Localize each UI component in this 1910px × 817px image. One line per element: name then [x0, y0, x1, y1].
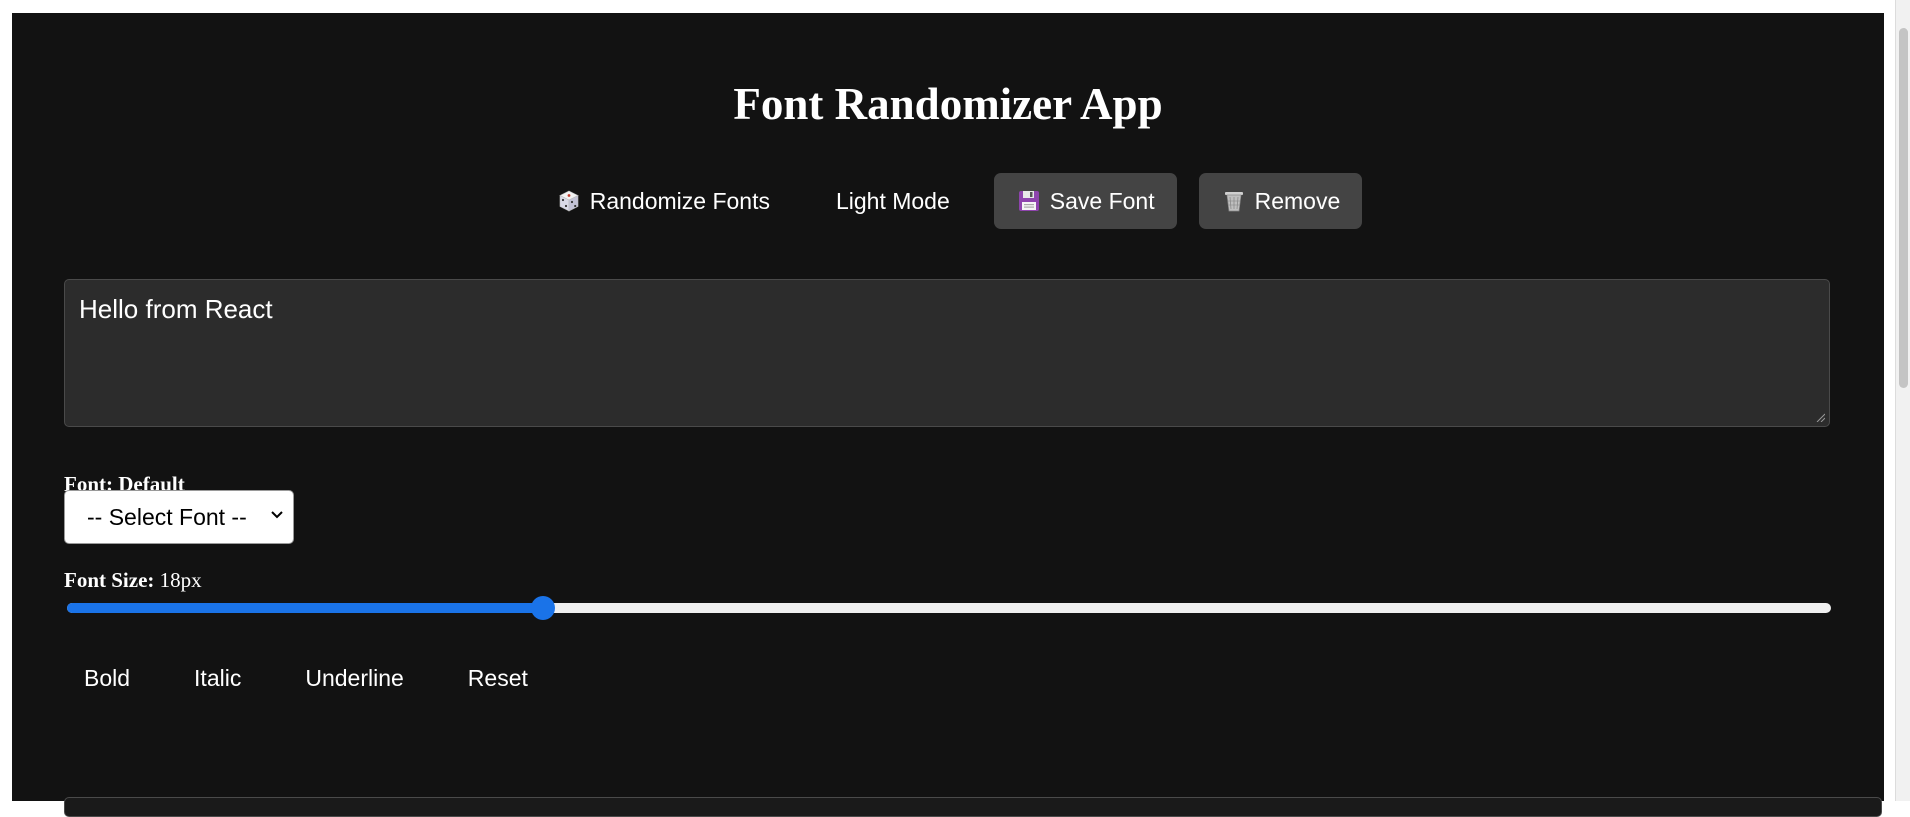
- font-size-label: Font Size: 18px: [64, 568, 202, 593]
- page-scrollbar[interactable]: [1895, 0, 1910, 801]
- format-buttons: Bold Italic Underline Reset: [64, 653, 560, 704]
- reset-button[interactable]: Reset: [436, 653, 560, 704]
- font-size-label-key: Font Size:: [64, 568, 155, 592]
- text-editor[interactable]: Hello from React: [64, 279, 1830, 427]
- app-window: Font Randomizer App Randomize Fonts Ligh…: [12, 13, 1884, 817]
- slider-fill: [67, 603, 543, 613]
- page-title: Font Randomizer App: [733, 79, 1163, 129]
- theme-toggle-button[interactable]: Light Mode: [814, 173, 972, 229]
- chevron-down-icon: [271, 511, 283, 519]
- editor-text: Hello from React: [79, 294, 273, 324]
- remove-label: Remove: [1254, 187, 1341, 214]
- slider-thumb[interactable]: [531, 596, 555, 620]
- randomize-fonts-button[interactable]: Randomize Fonts: [534, 173, 792, 229]
- remove-button[interactable]: Remove: [1198, 173, 1363, 229]
- randomize-fonts-label: Randomize Fonts: [589, 187, 770, 214]
- font-size-value: 18px: [159, 568, 202, 592]
- save-font-label: Save Font: [1049, 187, 1155, 214]
- italic-button[interactable]: Italic: [162, 653, 273, 704]
- underline-button[interactable]: Underline: [273, 653, 435, 704]
- wastebasket-icon: [1221, 188, 1247, 214]
- toolbar: Randomize Fonts Light Mode Save Font Rem…: [12, 173, 1884, 229]
- resize-handle-icon[interactable]: [1815, 412, 1825, 422]
- theme-toggle-label: Light Mode: [835, 187, 950, 214]
- font-size-slider[interactable]: [67, 593, 1831, 623]
- save-font-button[interactable]: Save Font: [993, 173, 1177, 229]
- font-select[interactable]: -- Select Font --: [64, 490, 294, 544]
- font-select-value: -- Select Font --: [87, 503, 247, 530]
- floppy-disk-icon: [1016, 188, 1042, 214]
- bold-button[interactable]: Bold: [64, 653, 162, 704]
- dice-icon: [556, 188, 582, 214]
- preview-box: [64, 797, 1882, 817]
- scrollbar-thumb[interactable]: [1899, 28, 1908, 388]
